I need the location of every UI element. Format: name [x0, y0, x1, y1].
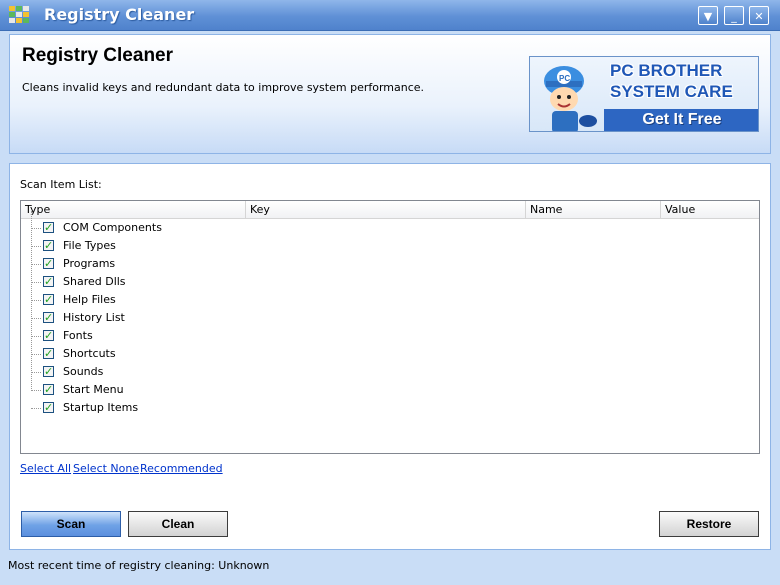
checkbox[interactable]: ✓ — [43, 222, 54, 233]
list-item[interactable]: ✓ Help Files — [21, 291, 321, 309]
select-none-link[interactable]: Select None — [73, 462, 139, 475]
list-item[interactable]: ✓ Sounds — [21, 363, 321, 381]
ad-line-1: PC BROTHER — [610, 61, 723, 80]
chevron-down-icon: ▼ — [703, 10, 713, 23]
checkbox[interactable]: ✓ — [43, 330, 54, 341]
list-item[interactable]: ✓ Programs — [21, 255, 321, 273]
svg-text:PC: PC — [559, 74, 570, 83]
list-item-label: File Types — [63, 239, 116, 252]
column-header-value[interactable]: Value — [661, 201, 759, 218]
list-item-label: Shortcuts — [63, 347, 116, 360]
list-item-label: COM Components — [63, 221, 162, 234]
page-subtitle: Cleans invalid keys and redundant data t… — [22, 81, 425, 94]
list-item[interactable]: ✓ Startup Items — [21, 399, 321, 417]
list-item[interactable]: ✓ Start Menu — [21, 381, 321, 399]
status-bar-text: Most recent time of registry cleaning: U… — [8, 559, 270, 572]
minimize-icon: _ — [731, 10, 737, 23]
close-icon: ✕ — [754, 10, 764, 23]
list-item[interactable]: ✓ File Types — [21, 237, 321, 255]
clean-button[interactable]: Clean — [128, 511, 228, 537]
menu-down-button[interactable]: ▼ — [698, 6, 718, 25]
list-item[interactable]: ✓ Shared Dlls — [21, 273, 321, 291]
ad-cta[interactable]: Get It Free — [604, 109, 758, 131]
scan-item-list[interactable]: Type Key Name Value ✓ COM Components ✓ F… — [20, 200, 760, 454]
list-item-label: Programs — [63, 257, 116, 270]
column-header-type[interactable]: Type — [21, 201, 246, 218]
checkbox[interactable]: ✓ — [43, 258, 54, 269]
checkbox[interactable]: ✓ — [43, 240, 54, 251]
list-header: Type Key Name Value — [21, 201, 759, 219]
list-item[interactable]: ✓ History List — [21, 309, 321, 327]
page-title: Registry Cleaner — [22, 45, 174, 66]
ad-line-2: SYSTEM CARE — [610, 82, 733, 101]
list-item[interactable]: ✓ COM Components — [21, 219, 321, 237]
select-all-link[interactable]: Select All — [20, 462, 71, 475]
list-item[interactable]: ✓ Shortcuts — [21, 345, 321, 363]
checkbox[interactable]: ✓ — [43, 276, 54, 287]
ad-banner[interactable]: PC PC BROTHER SYSTEM CARE Get It Free — [529, 56, 759, 132]
scan-list-label: Scan Item List: — [20, 178, 102, 191]
checkbox[interactable]: ✓ — [43, 294, 54, 305]
list-item-label: History List — [63, 311, 125, 324]
list-item-label: Sounds — [63, 365, 104, 378]
list-item-label: Startup Items — [63, 401, 139, 414]
restore-button[interactable]: Restore — [659, 511, 759, 537]
list-item-label: Start Menu — [63, 383, 124, 396]
minimize-button[interactable]: _ — [724, 6, 744, 25]
close-button[interactable]: ✕ — [749, 6, 769, 25]
column-header-key[interactable]: Key — [246, 201, 526, 218]
checkbox[interactable]: ✓ — [43, 348, 54, 359]
title-bar[interactable]: Registry Cleaner ▼ _ ✕ — [0, 0, 780, 31]
recommended-link[interactable]: Recommended — [140, 462, 223, 475]
checkbox[interactable]: ✓ — [43, 366, 54, 377]
list-item-label: Fonts — [63, 329, 93, 342]
window-title: Registry Cleaner — [44, 5, 195, 24]
checkbox[interactable]: ✓ — [43, 402, 54, 413]
list-item-label: Help Files — [63, 293, 116, 306]
list-item-label: Shared Dlls — [63, 275, 126, 288]
checkbox[interactable]: ✓ — [43, 384, 54, 395]
column-header-name[interactable]: Name — [526, 201, 661, 218]
mascot-icon: PC — [544, 66, 597, 131]
checkbox[interactable]: ✓ — [43, 312, 54, 323]
scan-button[interactable]: Scan — [21, 511, 121, 537]
list-item[interactable]: ✓ Fonts — [21, 327, 321, 345]
header-panel: Registry Cleaner Cleans invalid keys and… — [9, 34, 771, 154]
main-panel: Scan Item List: Type Key Name Value ✓ CO… — [9, 163, 771, 550]
app-icon — [9, 6, 29, 23]
